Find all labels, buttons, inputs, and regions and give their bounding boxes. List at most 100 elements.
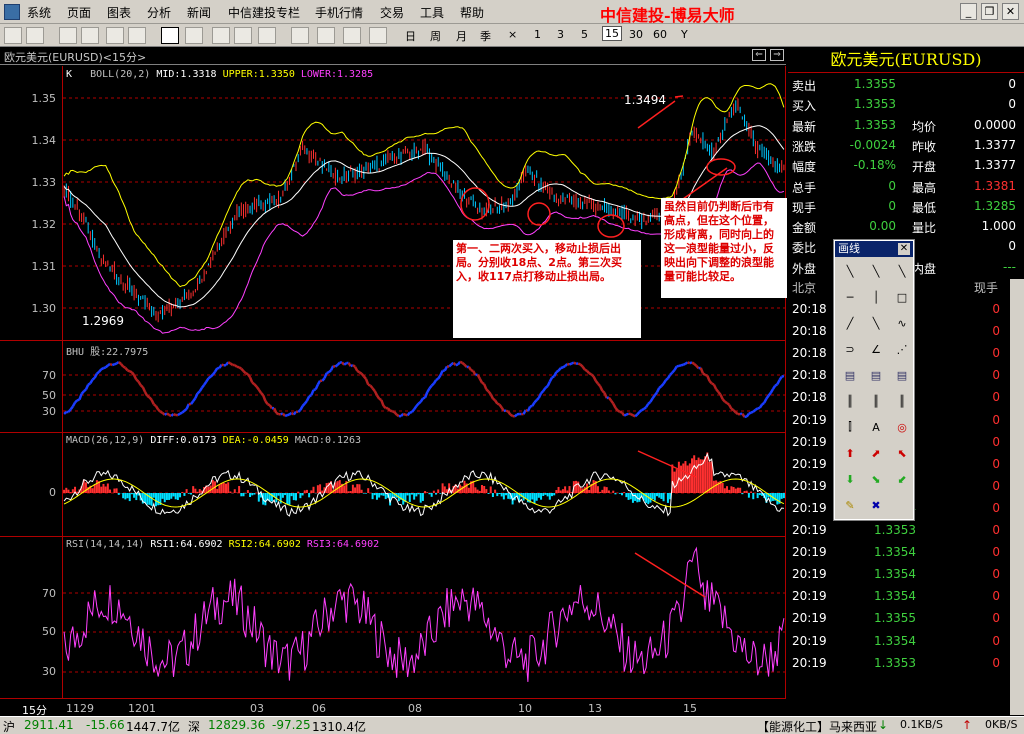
period-day[interactable]: 日 [405,28,416,44]
zoom-out-icon[interactable] [258,27,276,44]
draw-panel-titlebar[interactable]: 画线 ✕ [835,241,913,257]
annotation-note-1: 第一、二两次买入，移动止损后出局。分别收18点、2点。第三次买入，收117点打移… [453,240,641,338]
fibonacci-icon[interactable]: ▤ [839,365,861,385]
wave-icon[interactable]: ∿ [891,313,913,333]
close-icon[interactable]: ✕ [1002,3,1019,20]
speed-line-icon[interactable]: ⫿ [839,417,861,437]
quote-value: 1.3353 [854,97,896,112]
arrow-se-icon[interactable]: ⬊ [865,469,887,489]
bhu-pane[interactable]: BHU 股:22.7975 70 50 30 [0,340,786,432]
print-icon[interactable] [4,27,22,44]
quote-list-icon[interactable] [81,27,99,44]
prev-icon[interactable]: ⇐ [752,49,766,61]
arrow-down-icon[interactable]: ⬇ [839,469,861,489]
rectangle-icon[interactable]: □ [891,287,913,307]
eraser-icon[interactable]: ✎ [839,495,861,515]
zoom-in-icon[interactable] [234,27,252,44]
parallel-icon[interactable]: ║ [865,391,887,411]
quote-value-2: 0.0000 [974,117,1016,132]
close-icon[interactable]: ✕ [898,243,910,255]
period-y[interactable]: Y [681,28,688,41]
table-icon[interactable] [106,27,124,44]
extend-line-icon[interactable]: ╲ [891,261,913,281]
ray-icon[interactable]: ╲ [865,261,887,281]
menu-tools[interactable]: 工具 [420,4,444,21]
rsi-pane[interactable]: RSI(14,14,14) RSI1:64.6902 RSI2:64.6902 … [0,536,786,698]
news-ticker[interactable]: 【能源化工】马来西亚 [757,718,877,734]
arrow-ne-icon[interactable]: ⬈ [865,443,887,463]
tick-qty: 0 [992,523,1000,537]
text-icon[interactable]: A [865,417,887,437]
restore-icon[interactable]: ❐ [981,3,998,20]
menu-page[interactable]: 页面 [67,4,91,21]
line-icon[interactable]: ╲ [839,261,861,281]
period-5[interactable]: 5 [581,28,588,41]
next-icon[interactable]: ⇒ [770,49,784,61]
net-up: 0KB/S [985,718,1018,731]
period-1[interactable]: 1 [534,28,541,41]
period-close[interactable]: × [508,28,517,41]
menu-help[interactable]: 帮助 [460,4,484,21]
period-30[interactable]: 30 [629,28,643,41]
tick-time: 20:19 [792,655,827,670]
app-logo-icon[interactable] [4,4,20,20]
hand-icon[interactable] [317,27,335,44]
draw-tool-panel[interactable]: 画线 ✕ ╲ ╲ ╲ ─ │ □ ╱ ╲ ∿ ⊃ ∠ ⋰ ▤ ▤ ▤ ║ ║ ║ ⫿ A ◎ ⬆ ⬈ ⬉ ⬇ ⬊ ⬋ ✎ ✖ [833,239,915,521]
angle-icon[interactable]: ∠ [865,339,887,359]
time-zone-icon[interactable]: ║ [891,391,913,411]
menu-chart[interactable]: 图表 [107,4,131,21]
quote-label: 卖出 [792,79,817,93]
delete-icon[interactable]: ✖ [865,495,887,515]
arc-icon[interactable]: ⊃ [839,339,861,359]
menu-column[interactable]: 中信建投专栏 [228,4,300,21]
arrow-nw-icon[interactable]: ⬉ [891,443,913,463]
circle-icon[interactable]: ◎ [891,417,913,437]
period-60[interactable]: 60 [653,28,667,41]
quote-value-2: 1.3381 [974,178,1016,193]
period-quarter[interactable]: 季 [480,28,491,44]
sz-amount: 1310.4亿 [312,720,366,734]
grid-icon[interactable] [26,27,44,44]
menu-analysis[interactable]: 分析 [147,4,171,21]
blocks-icon[interactable] [343,27,361,44]
period-month[interactable]: 月 [456,28,467,44]
tick-time: 20:18 [792,390,827,405]
menu-trade[interactable]: 交易 [380,4,404,21]
period-3[interactable]: 3 [557,28,564,41]
fan-icon[interactable]: ⋰ [891,339,913,359]
zoom-icon[interactable] [212,27,230,44]
period-week[interactable]: 周 [430,28,441,44]
chart-icon[interactable] [128,27,146,44]
vertical-line-icon[interactable]: │ [865,287,887,307]
tick-scrollbar[interactable] [1010,279,1024,715]
period-15[interactable]: 15 [602,26,622,41]
arrow-up-icon[interactable]: ⬆ [839,443,861,463]
cycle-lines-icon[interactable]: ║ [839,391,861,411]
flash-icon[interactable] [369,27,387,44]
menu-mobile[interactable]: 手机行情 [315,4,363,21]
quote-label-2: 内盘 [912,261,937,276]
quote-label: 买入 [792,99,817,114]
export-icon[interactable] [185,27,203,44]
tick-time: 20:19 [792,567,827,582]
list-icon[interactable] [59,27,77,44]
minimize-icon[interactable]: _ [960,3,977,20]
sh-label: 沪 [3,720,16,734]
sh-change: -15.66 [86,718,125,732]
macd-pane[interactable]: MACD(26,12,9) DIFF:0.0173 DEA:-0.0459 MA… [0,432,786,536]
quote-label: 委比 [792,241,817,256]
arrow-line-icon[interactable]: ╲ [865,313,887,333]
segment-icon[interactable]: ╱ [839,313,861,333]
quote-label: 幅度 [792,160,817,175]
quote-volume: 0 [1008,97,1016,112]
menu-news[interactable]: 新闻 [187,4,211,21]
horizontal-line-icon[interactable]: ─ [839,287,861,307]
tick-price: 1.3353 [874,523,916,537]
draw-pen-icon[interactable] [161,27,179,44]
alarm-icon[interactable] [291,27,309,44]
menu-system[interactable]: 系统 [27,4,51,21]
tick-time: 20:19 [792,633,827,648]
arrow-sw-icon[interactable]: ⬋ [891,469,913,489]
channel-icon[interactable]: ▤ [865,365,887,385]
gann-icon[interactable]: ▤ [891,365,913,385]
